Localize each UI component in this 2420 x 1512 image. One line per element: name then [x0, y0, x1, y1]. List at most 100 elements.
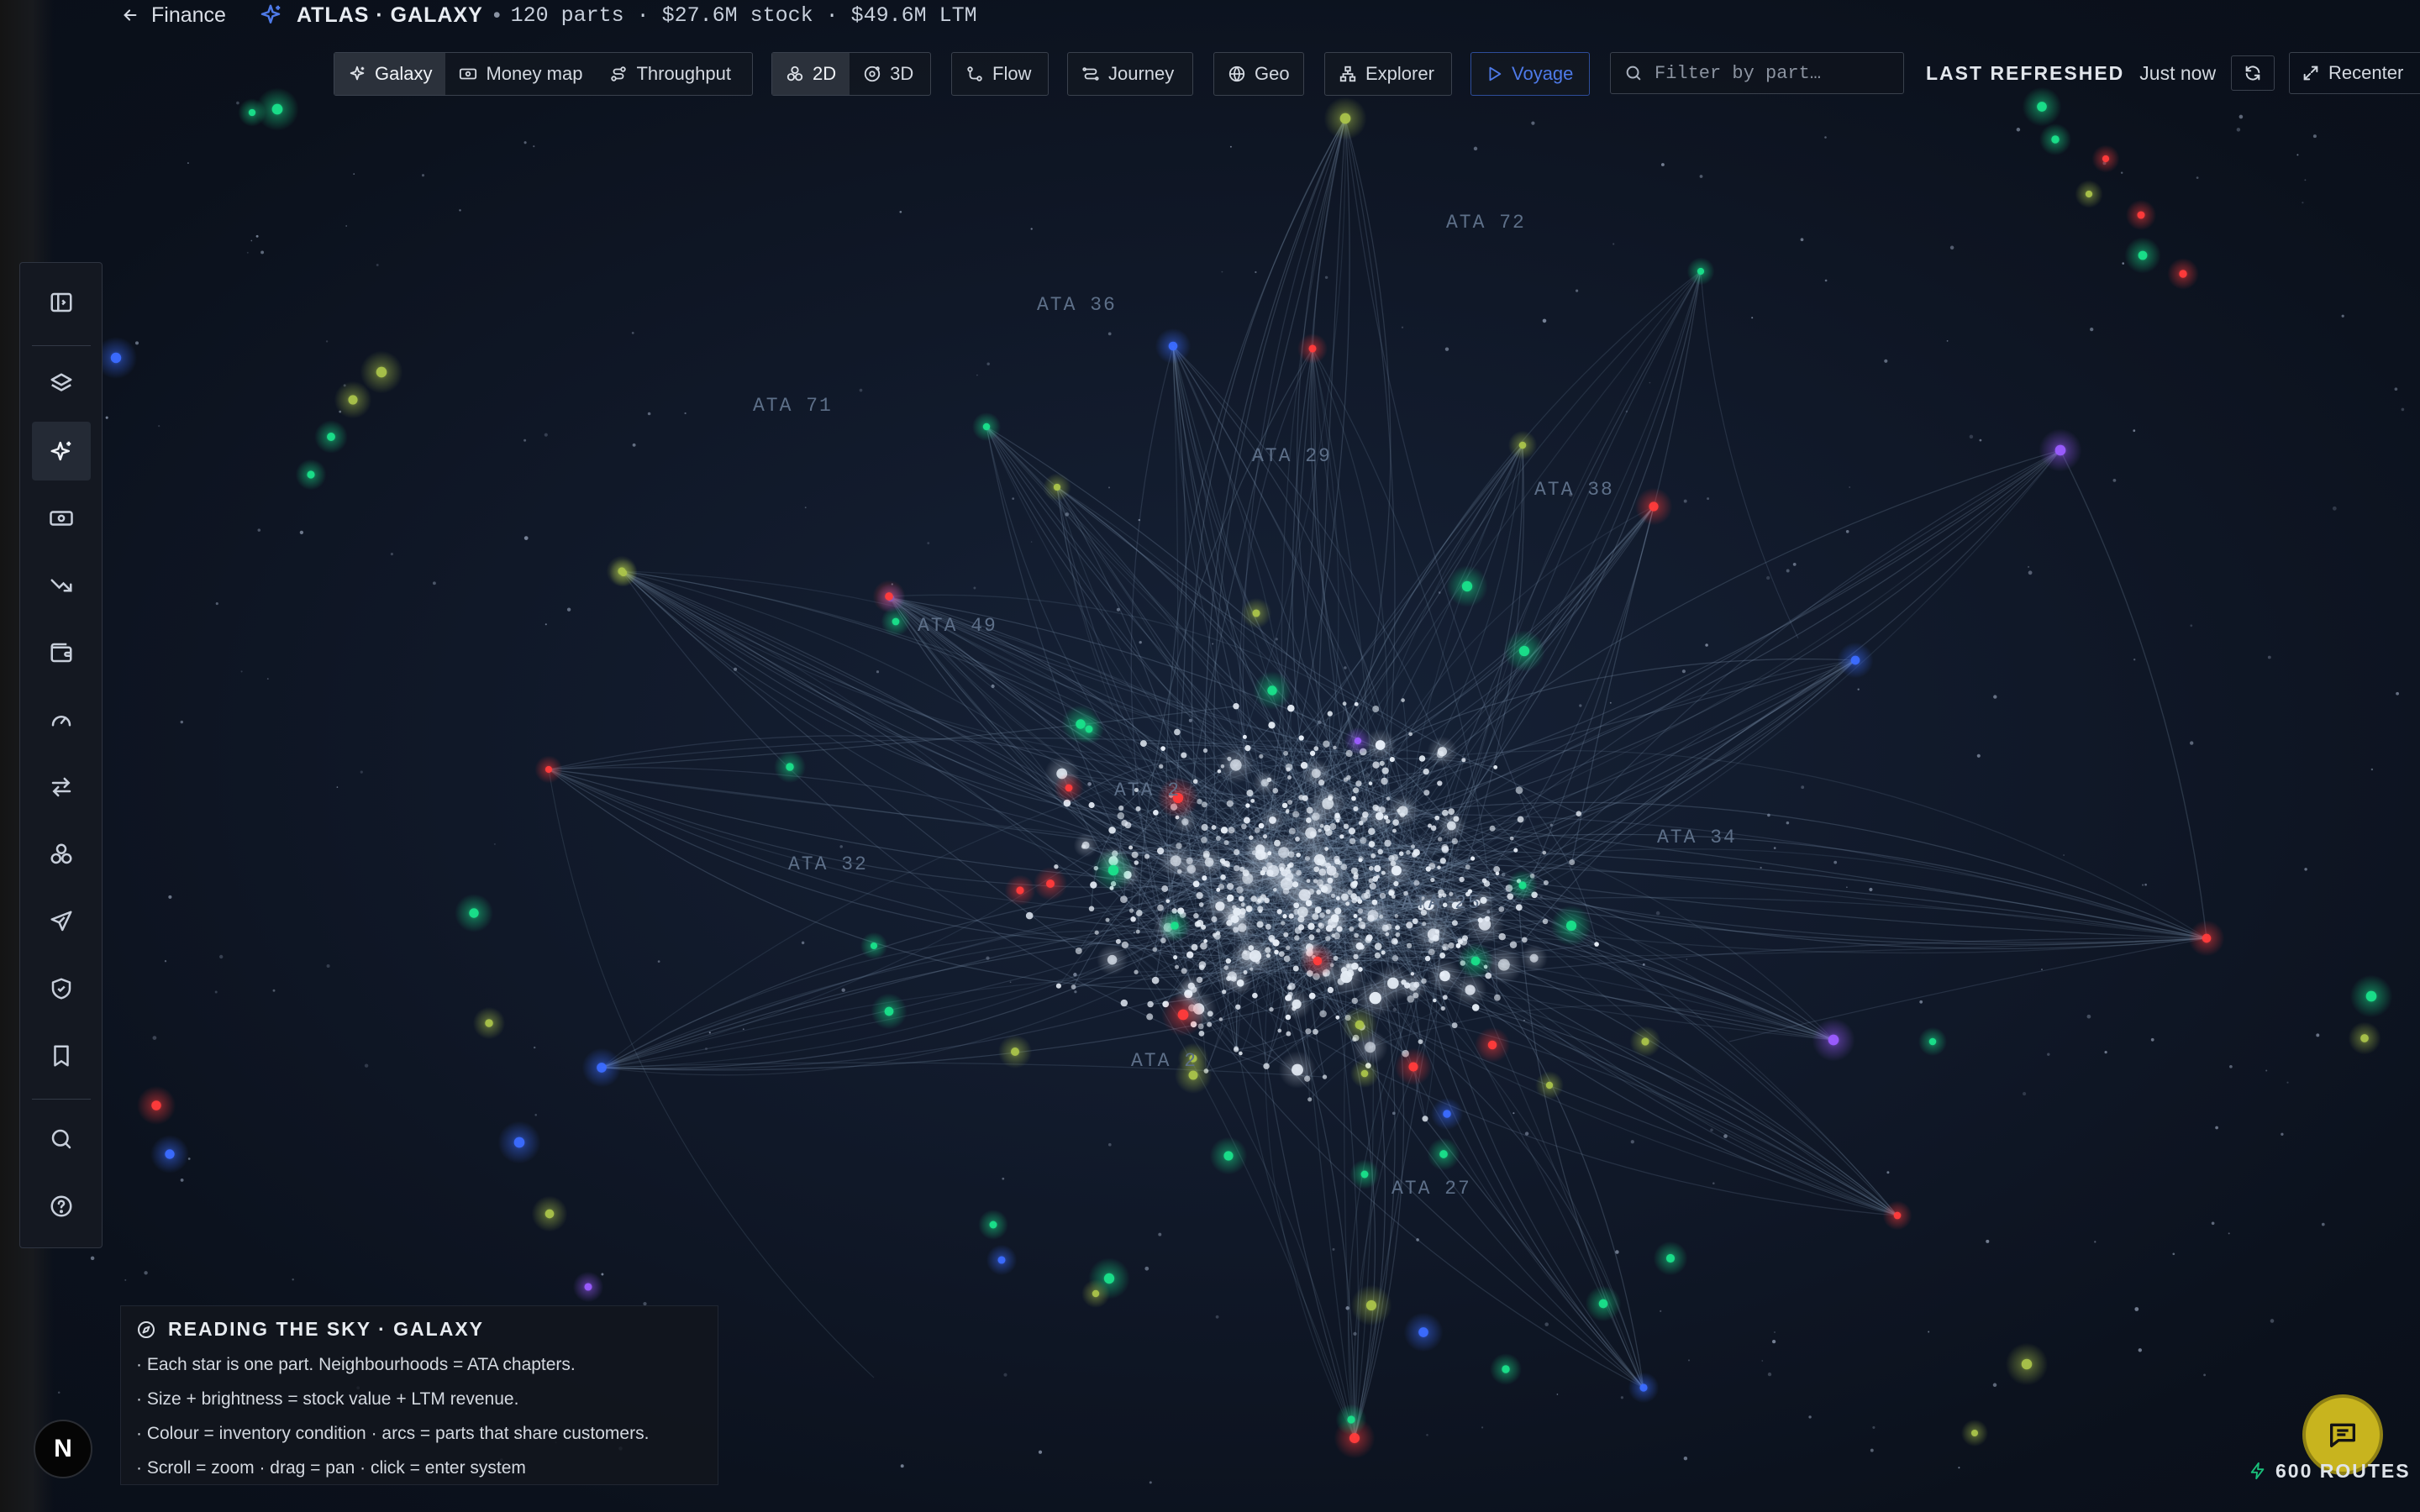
- part-star[interactable]: [1192, 880, 1200, 888]
- part-star[interactable]: [1365, 1042, 1376, 1053]
- part-star[interactable]: [1298, 735, 1304, 741]
- part-star[interactable]: [1242, 734, 1247, 739]
- part-star[interactable]: [1330, 893, 1336, 898]
- part-star[interactable]: [1250, 798, 1255, 803]
- part-star[interactable]: [1565, 920, 1577, 932]
- search-input[interactable]: [1653, 61, 1890, 85]
- part-star[interactable]: [1115, 938, 1121, 944]
- part-star[interactable]: [1440, 1005, 1445, 1011]
- part-star[interactable]: [1235, 1004, 1241, 1010]
- part-star[interactable]: [1459, 876, 1465, 883]
- part-star[interactable]: [1304, 855, 1311, 862]
- part-star[interactable]: [1268, 722, 1276, 729]
- part-star[interactable]: [1160, 746, 1165, 751]
- part-star[interactable]: [1360, 837, 1367, 844]
- part-star[interactable]: [1168, 341, 1178, 351]
- part-star[interactable]: [1697, 267, 1705, 276]
- part-star[interactable]: [1241, 823, 1247, 830]
- part-star[interactable]: [1203, 939, 1207, 943]
- part-star[interactable]: [1286, 775, 1292, 780]
- part-star[interactable]: [1369, 882, 1376, 890]
- part-star[interactable]: [1094, 930, 1099, 935]
- part-star[interactable]: [1378, 806, 1386, 814]
- part-star[interactable]: [1437, 865, 1441, 869]
- part-star[interactable]: [1298, 889, 1311, 901]
- part-star[interactable]: [1165, 899, 1171, 904]
- part-star[interactable]: [1159, 764, 1164, 769]
- part-star[interactable]: [1470, 856, 1476, 861]
- part-star[interactable]: [1204, 858, 1214, 867]
- part-star[interactable]: [619, 569, 628, 577]
- part-star[interactable]: [1139, 740, 1147, 748]
- part-star[interactable]: [1257, 906, 1264, 912]
- part-star[interactable]: [1331, 933, 1335, 938]
- part-star[interactable]: [1418, 1039, 1423, 1045]
- part-star[interactable]: [1395, 932, 1401, 937]
- part-star[interactable]: [1124, 822, 1132, 829]
- part-star[interactable]: [1353, 806, 1359, 811]
- part-star[interactable]: [997, 1256, 1006, 1264]
- part-star[interactable]: [1269, 1006, 1274, 1012]
- part-star[interactable]: [1177, 1009, 1189, 1021]
- part-star[interactable]: [1360, 1170, 1369, 1179]
- part-star[interactable]: [1254, 827, 1260, 833]
- part-star[interactable]: [1327, 794, 1334, 801]
- part-star[interactable]: [1377, 848, 1383, 855]
- part-star[interactable]: [1543, 879, 1549, 885]
- part-star[interactable]: [1228, 827, 1235, 834]
- part-star[interactable]: [1194, 921, 1201, 927]
- part-star[interactable]: [1368, 841, 1376, 848]
- part-star[interactable]: [1360, 893, 1368, 900]
- part-star[interactable]: [1517, 816, 1524, 823]
- part-star[interactable]: [1401, 979, 1407, 985]
- part-star[interactable]: [1439, 953, 1446, 958]
- part-star[interactable]: [1372, 875, 1379, 882]
- part-star[interactable]: [1223, 860, 1230, 868]
- part-star[interactable]: [1360, 1069, 1369, 1078]
- part-star[interactable]: [1292, 811, 1300, 818]
- part-star[interactable]: [1422, 1116, 1428, 1122]
- part-star[interactable]: [1234, 1046, 1239, 1051]
- part-star[interactable]: [1193, 912, 1199, 919]
- part-star[interactable]: [1144, 853, 1150, 859]
- part-star[interactable]: [1201, 801, 1207, 808]
- part-star[interactable]: [1333, 745, 1337, 750]
- part-star[interactable]: [1518, 441, 1527, 449]
- part-star[interactable]: [1131, 851, 1139, 858]
- part-star[interactable]: [1081, 844, 1086, 849]
- part-star[interactable]: [1236, 886, 1244, 894]
- part-star[interactable]: [1309, 831, 1317, 837]
- part-star[interactable]: [1381, 870, 1386, 875]
- part-star[interactable]: [1292, 999, 1302, 1009]
- part-star[interactable]: [1267, 864, 1280, 877]
- part-star[interactable]: [1521, 937, 1528, 943]
- journey-button[interactable]: Journey: [1067, 52, 1193, 96]
- part-star[interactable]: [1120, 895, 1128, 903]
- part-star[interactable]: [1157, 904, 1164, 911]
- part-star[interactable]: [1423, 768, 1429, 775]
- part-star[interactable]: [1354, 701, 1359, 706]
- part-star[interactable]: [1375, 740, 1386, 750]
- part-star[interactable]: [1374, 952, 1381, 958]
- part-star[interactable]: [1349, 837, 1356, 845]
- part-star[interactable]: [2138, 250, 2148, 260]
- sidebar-toggle-button[interactable]: [32, 273, 91, 332]
- part-star[interactable]: [1198, 902, 1204, 907]
- part-star[interactable]: [1401, 698, 1405, 702]
- part-star[interactable]: [1334, 812, 1340, 819]
- part-star[interactable]: [2360, 1034, 2369, 1042]
- part-star[interactable]: [1186, 857, 1193, 864]
- part-star[interactable]: [1313, 746, 1319, 751]
- part-star[interactable]: [1153, 810, 1159, 816]
- part-star[interactable]: [1598, 1299, 1608, 1309]
- part-star[interactable]: [1173, 955, 1178, 960]
- explorer-button[interactable]: Explorer: [1324, 52, 1452, 96]
- part-star[interactable]: [1461, 758, 1466, 763]
- part-star[interactable]: [1443, 1110, 1451, 1118]
- part-star[interactable]: [1392, 828, 1397, 833]
- part-star[interactable]: [1181, 968, 1187, 974]
- part-star[interactable]: [1639, 1383, 1648, 1392]
- part-star[interactable]: [1298, 795, 1304, 801]
- part-star[interactable]: [1238, 895, 1244, 902]
- part-star[interactable]: [1287, 704, 1295, 712]
